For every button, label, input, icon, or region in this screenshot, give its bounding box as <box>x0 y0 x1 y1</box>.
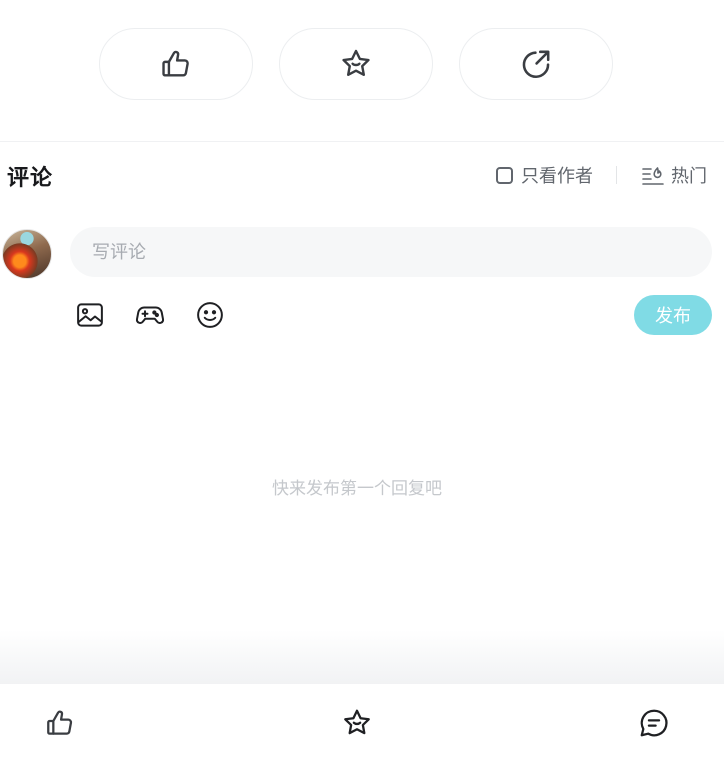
thumbs-up-icon <box>47 710 73 735</box>
only-author-label: 只看作者 <box>521 166 593 187</box>
publish-button[interactable]: 发布 <box>634 295 712 335</box>
comment-header: 评论 只看作者 热门 <box>0 158 724 194</box>
action-row <box>0 28 724 100</box>
bottom-comment-button[interactable] <box>637 706 671 740</box>
user-avatar[interactable] <box>2 229 52 279</box>
bottom-bar-shadow <box>0 630 724 684</box>
favorite-button[interactable] <box>279 28 433 100</box>
only-author-checkbox[interactable] <box>496 166 513 184</box>
star-smile-icon <box>344 709 370 735</box>
sort-hot-label: 热门 <box>671 166 707 187</box>
sort-hot-button[interactable]: 热门 <box>641 163 707 187</box>
insert-emoji-button[interactable] <box>193 298 227 332</box>
gamepad-icon <box>135 306 165 324</box>
post-page: 评论 只看作者 热门 写评论 发布 快来发布第一个回复吧 <box>0 0 724 758</box>
sort-hot-icon <box>642 167 664 185</box>
emoji-icon <box>197 302 223 328</box>
section-divider <box>0 141 724 142</box>
empty-comments-message: 快来发布第一个回复吧 <box>272 479 442 499</box>
only-author-toggle[interactable]: 只看作者 <box>496 163 593 187</box>
insert-image-button[interactable] <box>73 298 107 332</box>
share-arrow-icon <box>522 50 550 78</box>
thumbs-up-icon <box>162 50 189 77</box>
comment-section-title: 评论 <box>7 166 54 191</box>
bottom-like-button[interactable] <box>43 706 77 740</box>
like-button[interactable] <box>99 28 253 100</box>
bottom-bar <box>0 684 724 758</box>
chat-bubble-icon <box>640 709 668 737</box>
insert-game-button[interactable] <box>133 298 167 332</box>
star-smile-icon <box>342 49 370 76</box>
bottom-favorite-button[interactable] <box>340 706 374 740</box>
share-button[interactable] <box>459 28 613 100</box>
image-icon <box>77 303 103 327</box>
comment-input[interactable] <box>70 227 712 277</box>
header-separator <box>616 166 617 184</box>
